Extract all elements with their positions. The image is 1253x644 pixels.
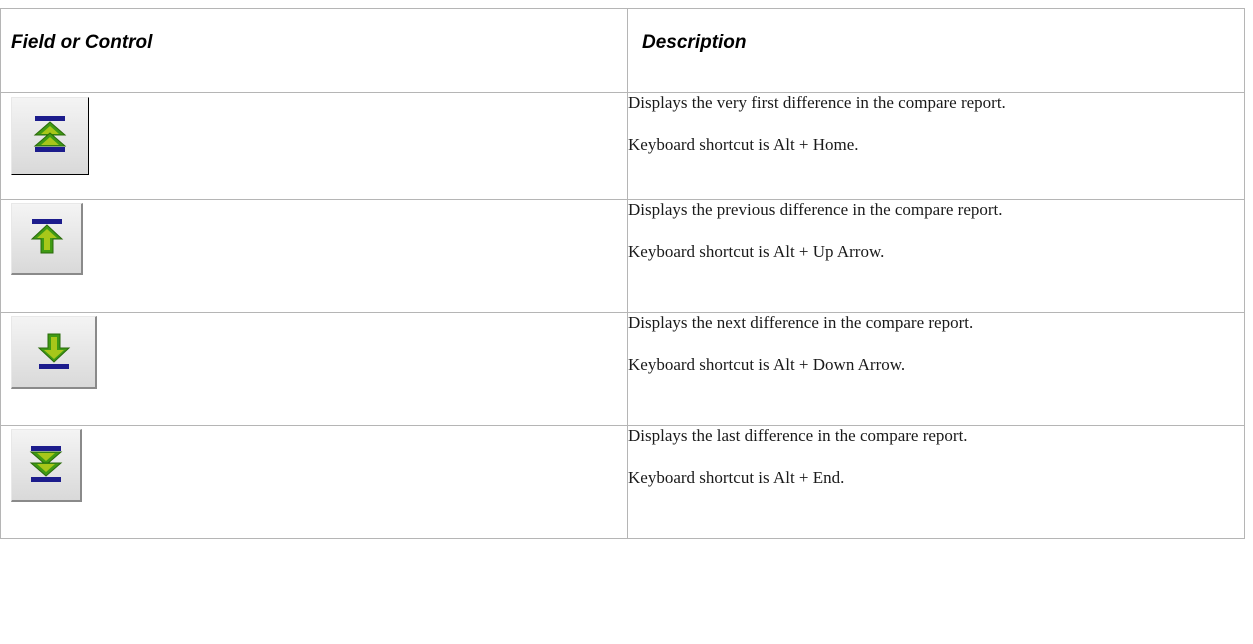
description-cell: Displays the next difference in the comp… (627, 312, 1245, 426)
description-column-header: Description (627, 8, 1245, 93)
shortcut-text: Keyboard shortcut is Alt + Home. (628, 134, 859, 154)
first-difference-icon (33, 116, 67, 152)
last-difference-button[interactable] (11, 429, 82, 502)
next-difference-icon (37, 333, 71, 369)
description-text: Displays the next difference in the comp… (628, 313, 974, 332)
previous-difference-button[interactable] (11, 203, 83, 275)
field-column-label: Field or Control (11, 32, 153, 53)
description-column-label: Description (642, 32, 747, 53)
field-description-table: Field or Control Description Displays th… (0, 8, 1245, 539)
first-difference-button[interactable] (11, 97, 89, 175)
description-cell: Displays the previous difference in the … (627, 199, 1245, 313)
last-difference-icon (29, 446, 63, 482)
field-cell (0, 312, 628, 426)
field-cell (0, 425, 628, 539)
description-cell: Displays the very first difference in th… (627, 92, 1245, 200)
field-column-header: Field or Control (0, 8, 628, 93)
table-row: Displays the last difference in the comp… (0, 425, 1245, 539)
table-header-row: Field or Control Description (0, 8, 1245, 93)
table-row: Displays the very first difference in th… (0, 92, 1245, 200)
field-cell (0, 92, 628, 200)
shortcut-text: Keyboard shortcut is Alt + Up Arrow. (628, 241, 885, 261)
description-text: Displays the previous difference in the … (628, 200, 1003, 219)
description-text: Displays the last difference in the comp… (628, 426, 968, 445)
table-row: Displays the previous difference in the … (0, 199, 1245, 313)
table-row: Displays the next difference in the comp… (0, 312, 1245, 426)
next-difference-button[interactable] (11, 316, 97, 389)
field-cell (0, 199, 628, 313)
description-text: Displays the very first difference in th… (628, 93, 1006, 112)
shortcut-text: Keyboard shortcut is Alt + End. (628, 467, 845, 487)
previous-difference-icon (30, 219, 64, 254)
shortcut-text: Keyboard shortcut is Alt + Down Arrow. (628, 354, 906, 374)
description-cell: Displays the last difference in the comp… (627, 425, 1245, 539)
